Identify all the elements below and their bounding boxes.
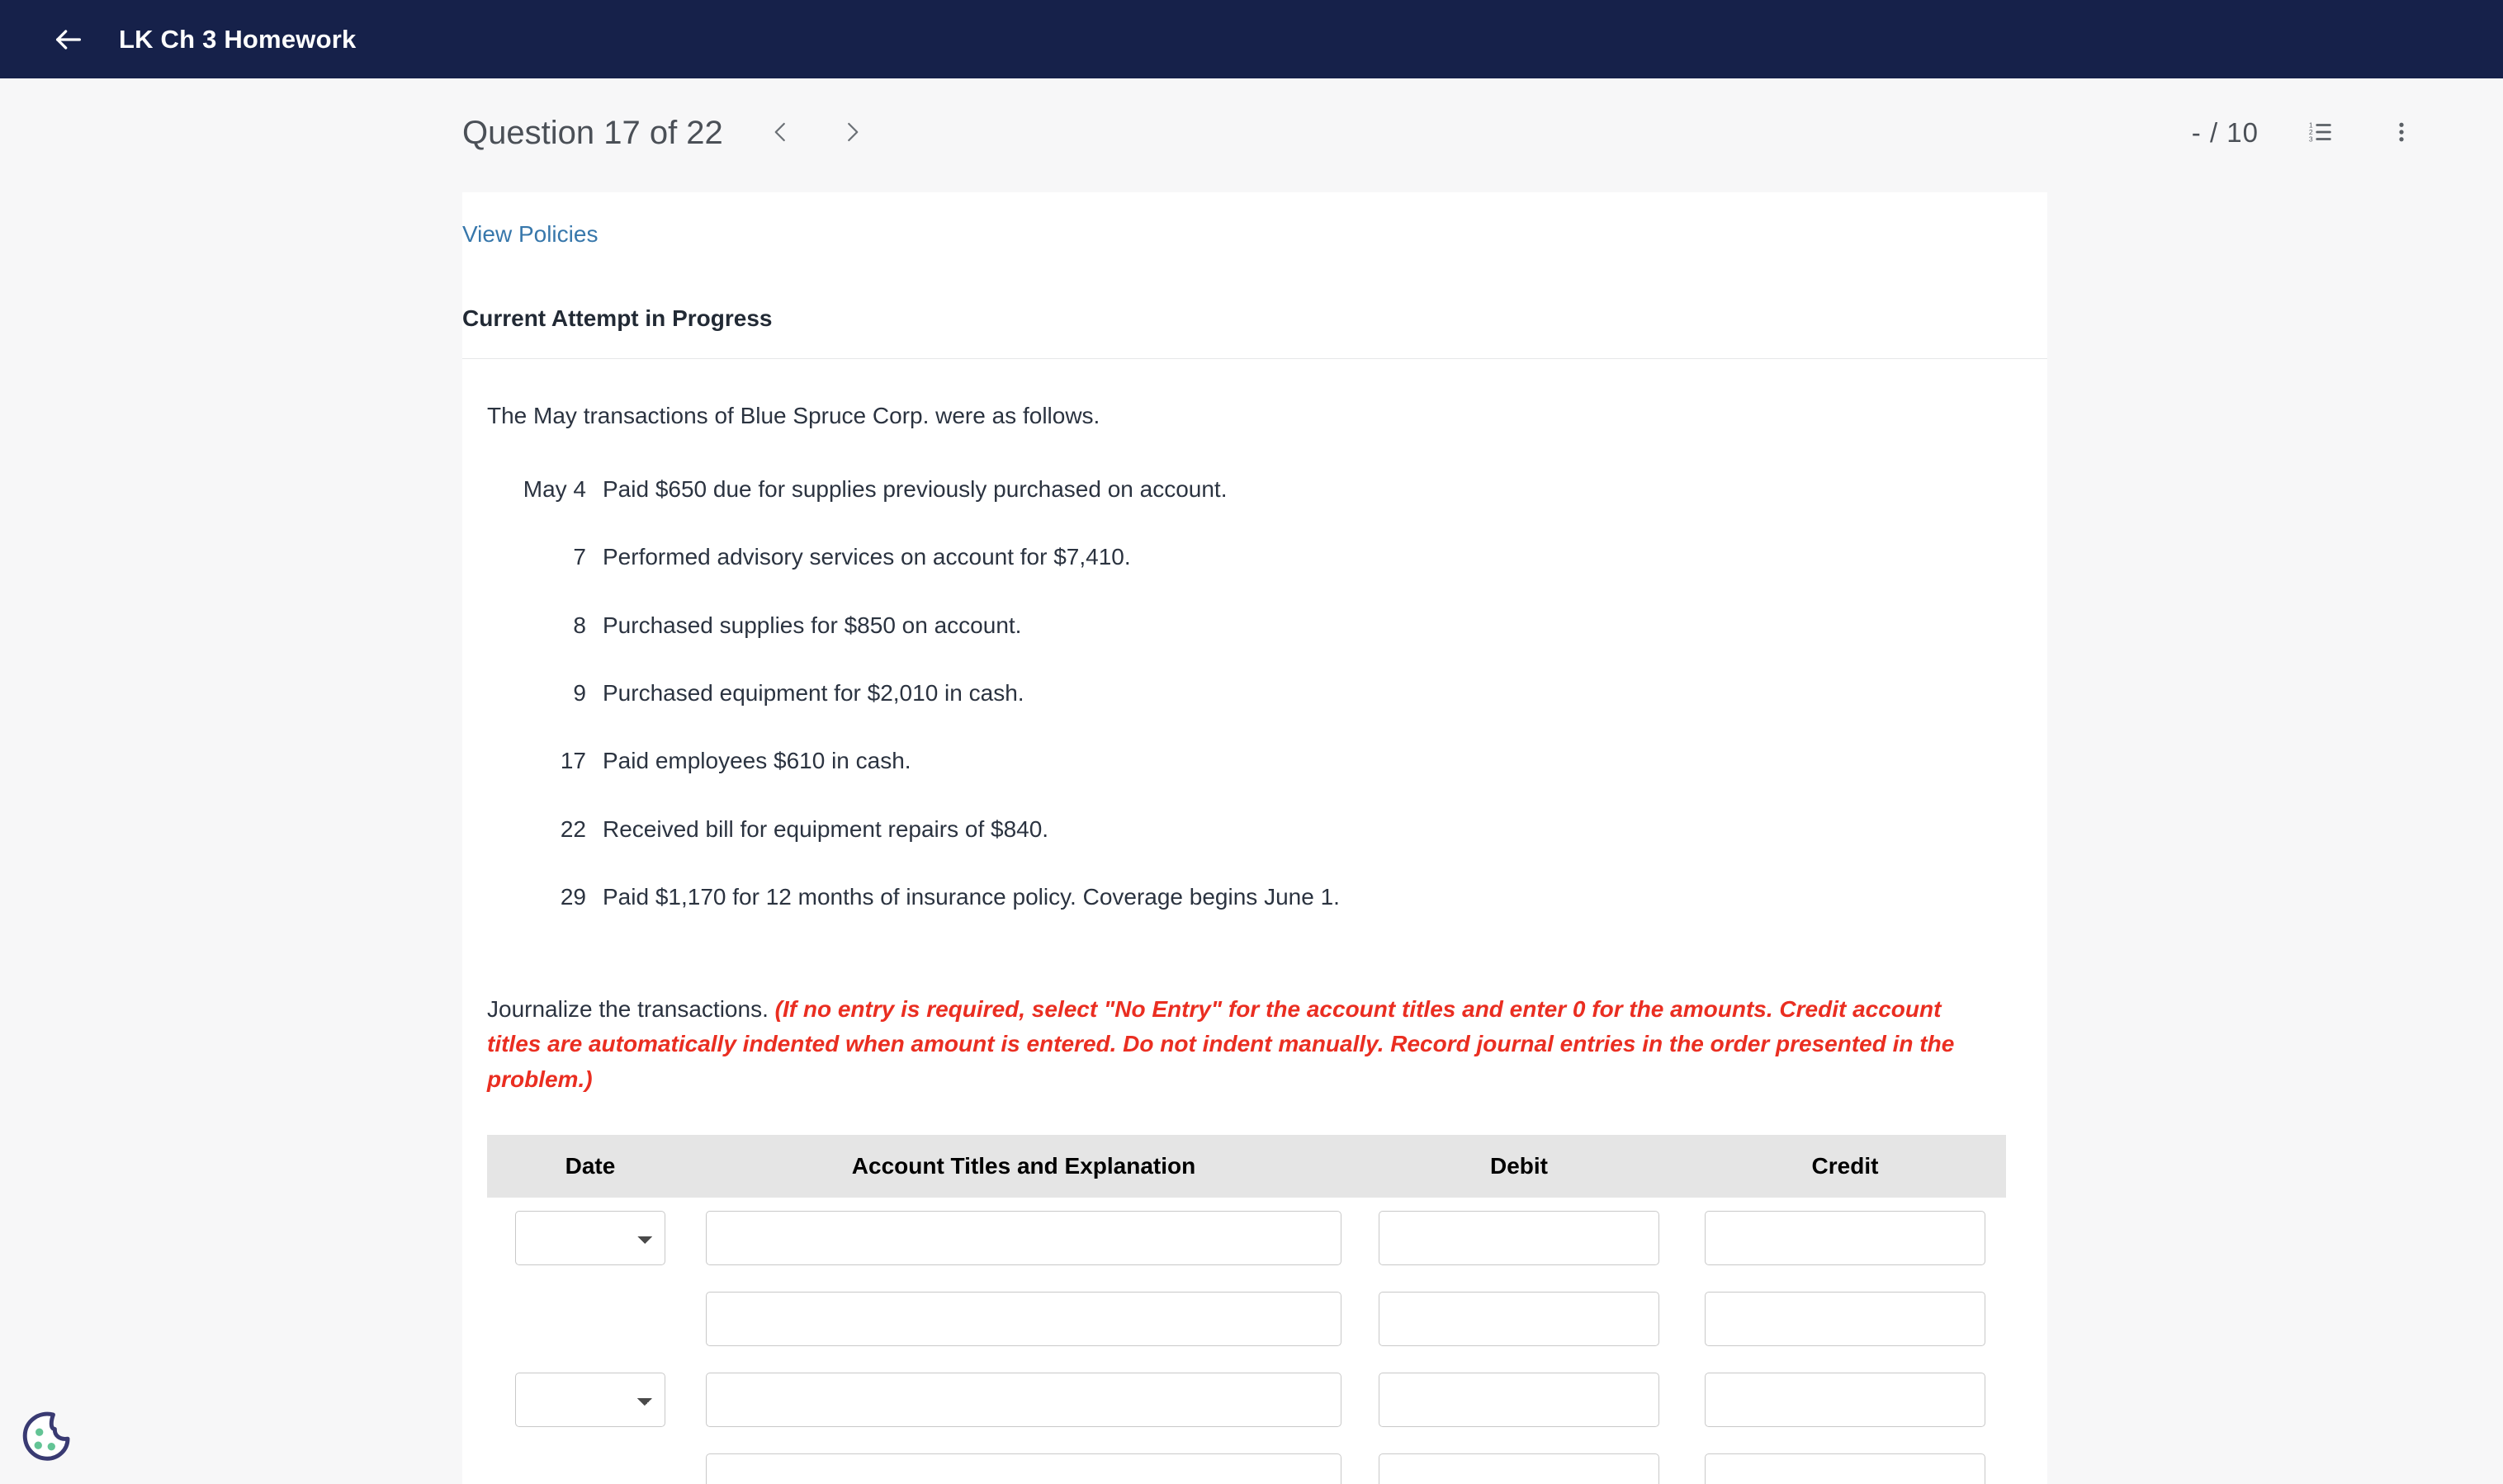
column-header-account: Account Titles and Explanation	[693, 1135, 1354, 1198]
chevron-left-icon	[769, 120, 793, 147]
journal-cell-account	[693, 1198, 1354, 1278]
journal-cell-credit	[1684, 1278, 2006, 1359]
numbered-list-icon: 1 2 3	[2307, 118, 2335, 149]
transaction-list: May 4 Paid $650 due for supplies previou…	[487, 475, 1971, 913]
chevron-right-icon	[840, 120, 864, 147]
more-vertical-icon	[2389, 118, 2414, 149]
journal-cell-debit	[1354, 1440, 1684, 1484]
svg-text:3: 3	[2309, 135, 2313, 143]
credit-input[interactable]	[1705, 1373, 1985, 1428]
date-select[interactable]	[515, 1211, 665, 1266]
intro-text: The May transactions of Blue Spruce Corp…	[487, 403, 1100, 428]
question-counter: Question 17 of 22	[462, 114, 723, 151]
journal-cell-account	[693, 1440, 1354, 1484]
question-list-button[interactable]: 1 2 3	[2302, 113, 2340, 153]
transaction-row: 29 Paid $1,170 for 12 months of insuranc…	[487, 882, 1971, 912]
journal-cell-credit	[1684, 1198, 2006, 1278]
credit-input[interactable]	[1705, 1453, 1985, 1484]
view-policies-link[interactable]: View Policies	[462, 221, 598, 248]
journal-cell-credit	[1684, 1359, 2006, 1440]
transaction-description: Purchased supplies for $850 on account.	[603, 612, 1022, 638]
attempt-heading: Current Attempt in Progress	[462, 305, 773, 331]
question-body: The May transactions of Blue Spruce Corp…	[462, 400, 2006, 1484]
transaction-description: Received bill for equipment repairs of $…	[603, 815, 1049, 842]
journal-cell-account	[693, 1359, 1354, 1440]
debit-input[interactable]	[1379, 1211, 1659, 1266]
transaction-row: 22 Received bill for equipment repairs o…	[487, 815, 1971, 844]
section-divider	[462, 358, 2047, 359]
journal-cell-date	[487, 1359, 693, 1440]
account-title-input[interactable]	[706, 1292, 1341, 1347]
transaction-date: 8	[573, 612, 586, 638]
journal-cell-debit	[1354, 1359, 1684, 1440]
homework-page: LK Ch 3 Homework Question 17 of 22 - / 1…	[0, 0, 2503, 1484]
transaction-date: 17	[560, 748, 586, 774]
journal-cell-date	[487, 1278, 693, 1359]
debit-input[interactable]	[1379, 1292, 1659, 1347]
back-button[interactable]	[46, 17, 91, 62]
column-header-debit: Debit	[1354, 1135, 1684, 1198]
journal-entry-table: Date Account Titles and Explanation Debi…	[487, 1135, 2006, 1484]
column-header-credit: Credit	[1684, 1135, 2006, 1198]
journal-cell-date	[487, 1198, 693, 1278]
question-panel: View Policies Current Attempt in Progres…	[462, 192, 2047, 1484]
arrow-left-icon	[52, 23, 85, 56]
journal-cell-date	[487, 1440, 693, 1484]
account-title-input[interactable]	[706, 1453, 1341, 1484]
transaction-row: 8 Purchased supplies for $850 on account…	[487, 611, 1971, 640]
transaction-date: 9	[573, 679, 586, 706]
previous-question-button[interactable]	[761, 113, 801, 153]
transaction-row: May 4 Paid $650 due for supplies previou…	[487, 475, 1971, 504]
credit-input[interactable]	[1705, 1292, 1985, 1347]
journal-row	[487, 1359, 2006, 1440]
account-title-input[interactable]	[706, 1373, 1341, 1428]
more-options-button[interactable]	[2382, 113, 2420, 153]
score-display: - / 10	[2191, 117, 2259, 148]
next-question-button[interactable]	[832, 113, 872, 153]
journal-row	[487, 1278, 2006, 1359]
app-header: LK Ch 3 Homework	[0, 0, 2503, 78]
journal-cell-account	[693, 1278, 1354, 1359]
toolbar-right: - / 10 1 2 3	[2192, 113, 2420, 153]
transaction-row: 7 Performed advisory services on account…	[487, 542, 1971, 572]
transaction-description: Paid employees $610 in cash.	[603, 748, 911, 774]
date-placeholder	[515, 1292, 665, 1346]
transaction-description: Paid $650 due for supplies previously pu…	[603, 475, 1228, 502]
journal-row	[487, 1440, 2006, 1484]
journal-cell-credit	[1684, 1440, 2006, 1484]
cookie-icon	[17, 1411, 74, 1468]
date-select[interactable]	[515, 1373, 665, 1428]
transaction-description: Paid $1,170 for 12 months of insurance p…	[603, 884, 1340, 910]
instruction-text: Journalize the transactions. (If no entr…	[487, 992, 1971, 1098]
panel-inner: View Policies Current Attempt in Progres…	[462, 192, 2047, 1484]
cookie-settings-button[interactable]	[17, 1408, 74, 1466]
transaction-date: 22	[560, 815, 586, 842]
debit-input[interactable]	[1379, 1453, 1659, 1484]
transaction-date: 29	[560, 884, 586, 910]
app-title: LK Ch 3 Homework	[119, 24, 357, 54]
transaction-description: Performed advisory services on account f…	[603, 544, 1131, 570]
journal-header-row: Date Account Titles and Explanation Debi…	[487, 1135, 2006, 1198]
account-title-input[interactable]	[706, 1211, 1341, 1266]
transaction-row: 9 Purchased equipment for $2,010 in cash…	[487, 678, 1971, 708]
transaction-row: 17 Paid employees $610 in cash.	[487, 746, 1971, 776]
transaction-date: May 4	[523, 475, 586, 502]
transaction-description: Purchased equipment for $2,010 in cash.	[603, 679, 1024, 706]
journal-cell-debit	[1354, 1278, 1684, 1359]
date-placeholder	[515, 1453, 665, 1484]
journal-row	[487, 1198, 2006, 1278]
column-header-date: Date	[487, 1135, 693, 1198]
transaction-date: 7	[573, 544, 586, 570]
question-toolbar: Question 17 of 22 - / 10 1 2 3	[0, 78, 2503, 187]
instruction-lead: Journalize the transactions.	[487, 995, 775, 1022]
journal-cell-debit	[1354, 1198, 1684, 1278]
question-nav	[761, 113, 872, 153]
credit-input[interactable]	[1705, 1211, 1985, 1266]
debit-input[interactable]	[1379, 1373, 1659, 1428]
